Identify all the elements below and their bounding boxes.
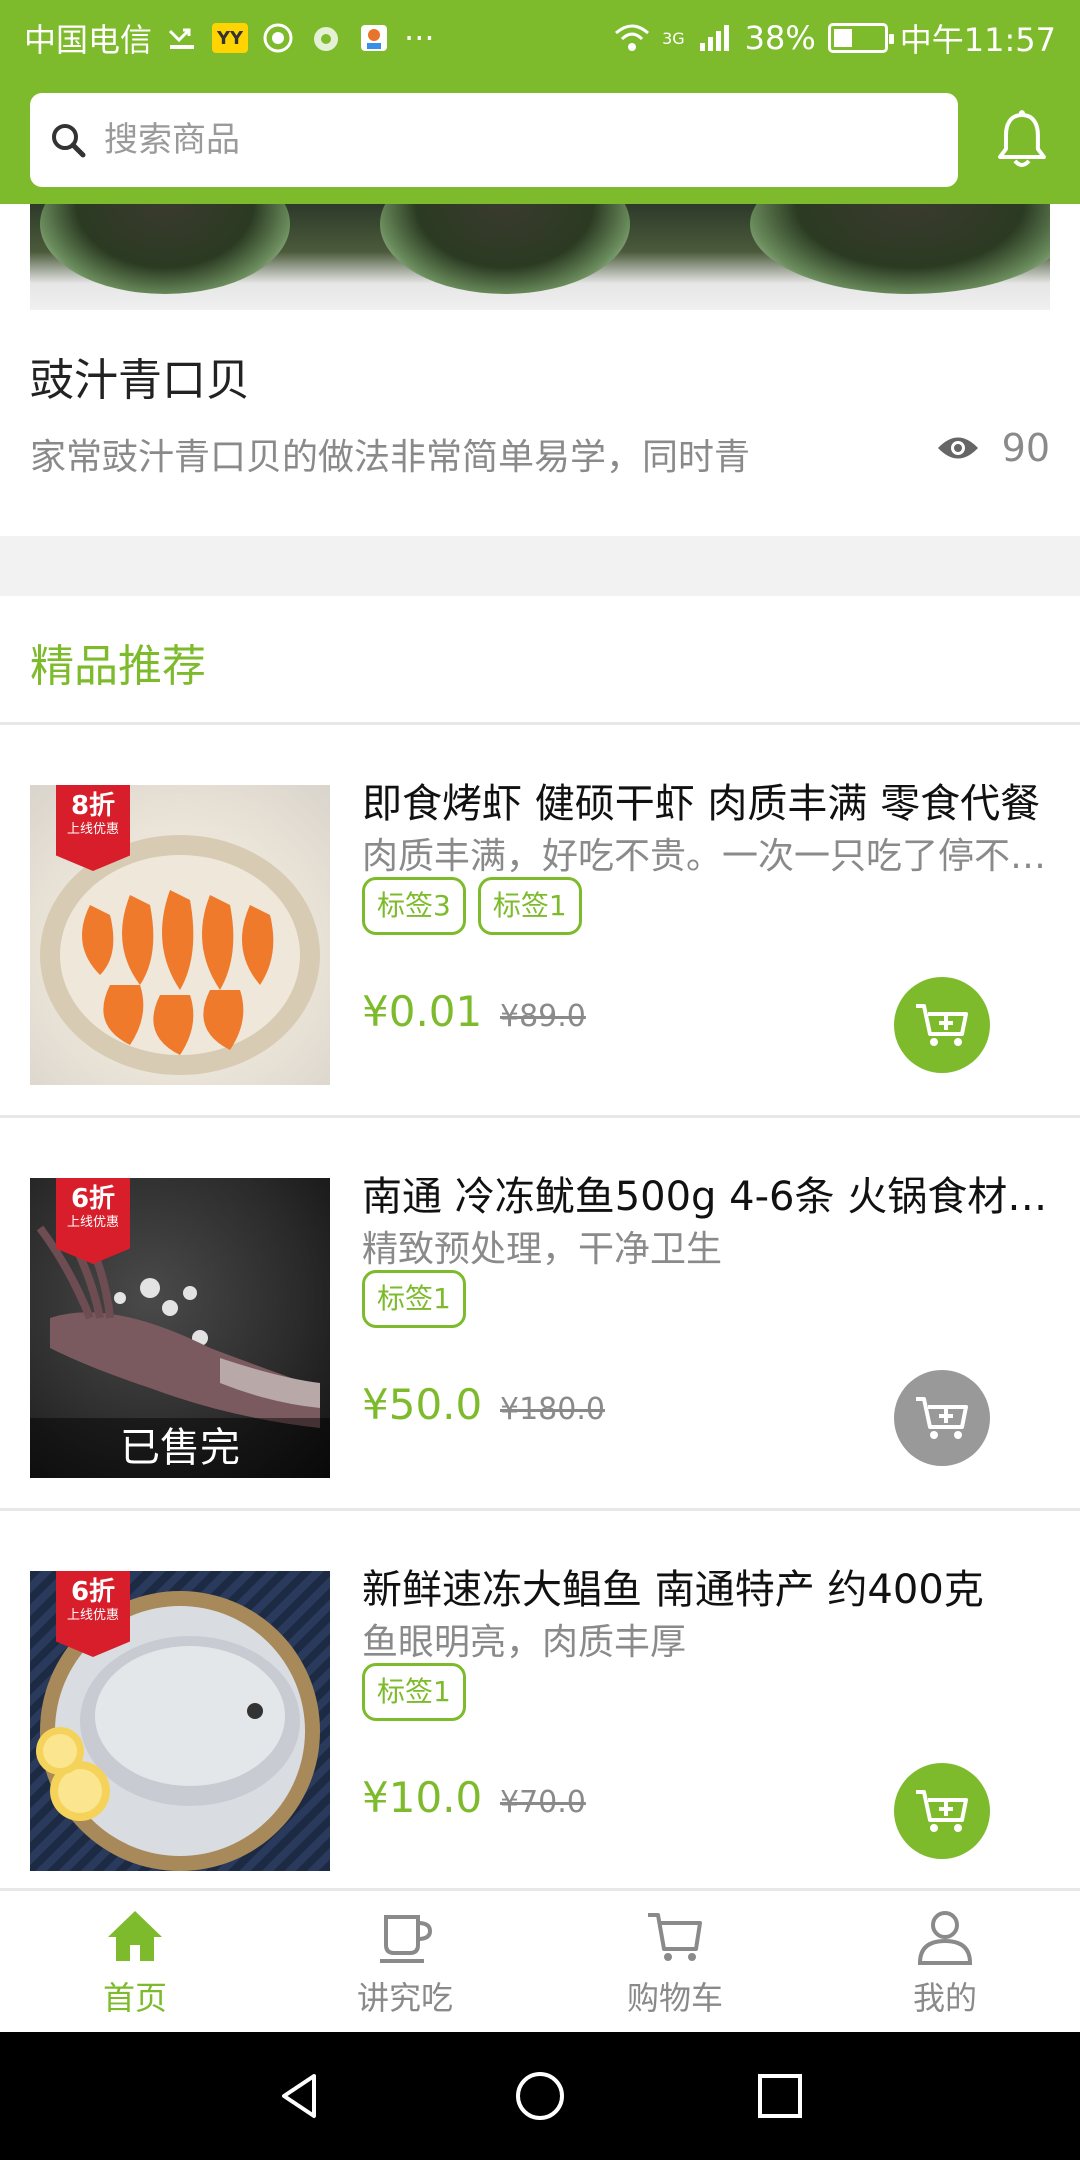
product-name[interactable]: 南通 冷冻鱿鱼500g 4-6条 火锅食材 烧烤 [362,1164,1052,1222]
product-image[interactable]: 6折 上线优惠 [30,1571,330,1871]
home-circle-icon[interactable] [512,2068,568,2124]
product-tag: 标签3 [362,877,466,935]
cart-plus-icon [916,1004,968,1046]
add-to-cart-button[interactable] [894,977,990,1073]
discount-badge: 8折 上线优惠 [56,785,130,871]
signal-icon [697,20,733,56]
featured-article[interactable]: 豉汁青口贝 家常豉汁青口贝的做法非常简单易学，同时青 90 [0,204,1080,536]
product-tags: 标签1 [362,1663,466,1721]
product-price: ¥50.0 [362,1380,483,1429]
search-input[interactable] [104,120,941,160]
product-subtitle: 鱼眼明亮，肉质丰厚 [362,1622,687,1663]
sold-out-overlay: 已售完 [30,1418,330,1478]
cart-icon [648,1912,702,1961]
battery-icon [827,23,894,53]
section-title: 精品推荐 [30,641,206,692]
more-notifications-icon: ··· [404,19,435,57]
original-price: ¥180.0 [500,1392,605,1427]
yy-app-icon: YY [212,23,249,53]
nav-label: 我的 [912,1978,977,2017]
app-notification-icon-2 [308,20,344,56]
view-count: 90 [936,426,1050,470]
add-to-cart-button[interactable] [894,1763,990,1859]
search-header [0,76,1080,204]
recents-icon[interactable] [752,2068,808,2124]
bottom-nav: 首页 讲究吃 购物车 我的 [0,1888,1080,2032]
status-left: 中国电信 YY ··· [24,15,435,61]
nav-item-profile[interactable]: 我的 [810,1891,1080,2032]
missed-call-icon [164,20,200,56]
featured-title[interactable]: 豉汁青口贝 [30,344,250,408]
discount-badge: 6折 上线优惠 [56,1178,130,1264]
battery-percent: 38% [744,19,816,57]
nav-label: 讲究吃 [356,1978,453,2017]
add-to-cart-button-disabled[interactable] [894,1370,990,1466]
back-icon[interactable] [272,2068,328,2124]
discount-value: 6折 [70,1184,116,1214]
cart-plus-icon [916,1397,968,1439]
status-right: 3G 38% 中午11:57 [614,15,1056,61]
original-price: ¥70.0 [500,1785,586,1820]
cup-icon [380,1914,433,1963]
product-tag: 标签1 [477,877,582,935]
eye-icon [937,437,978,459]
product-name[interactable]: 新鲜速冻大鲳鱼 南通特产 约400克 [362,1557,1052,1615]
original-price: ¥89.0 [500,999,586,1034]
product-card[interactable]: 6折 上线优惠 新鲜速冻大鲳鱼 南通特产 约400克 鱼眼明亮，肉质丰厚 标签1… [0,1511,1080,1888]
status-bar: 中国电信 YY ··· 3G 38% 中午11:57 [0,0,1080,76]
product-tag: 标签1 [362,1270,466,1328]
product-price: ¥10.0 [362,1773,483,1822]
map-app-icon [356,20,392,56]
discount-note: 上线优惠 [66,1608,119,1623]
product-card[interactable]: 6折 上线优惠 已售完 南通 冷冻鱿鱼500g 4-6条 火锅食材 烧烤 精致预… [0,1118,1080,1511]
search-icon [52,124,86,158]
product-card[interactable]: 8折 上线优惠 即食烤虾 健硕干虾 肉质丰满 零食代餐 肉质丰满，好吃不贵。一次… [0,725,1080,1118]
user-icon [917,1910,973,1965]
discount-note: 上线优惠 [66,822,119,837]
product-subtitle: 精致预处理，干净卫生 [362,1229,723,1270]
home-icon [108,1910,162,1961]
discount-badge: 6折 上线优惠 [56,1571,130,1657]
nav-item-home[interactable]: 首页 [0,1891,270,2032]
discount-value: 8折 [70,791,116,821]
nav-item-cart[interactable]: 购物车 [540,1891,810,2032]
carrier-label: 中国电信 [24,21,153,59]
system-nav-bar [0,2032,1080,2160]
product-tags: 标签3 标签1 [362,877,582,935]
featured-image[interactable] [30,204,1050,310]
product-name[interactable]: 即食烤虾 健硕干虾 肉质丰满 零食代餐 [362,771,1052,829]
product-subtitle: 肉质丰满，好吃不贵。一次一只吃了停不下来 [362,836,1052,877]
view-count-value: 90 [1001,426,1050,470]
wifi-icon [614,20,650,56]
section-divider [0,536,1080,596]
app-notification-icon [260,20,296,56]
network-type-label: 3G [662,28,685,48]
featured-description: 家常豉汁青口贝的做法非常简单易学，同时青 [30,437,751,478]
discount-value: 6折 [70,1577,116,1607]
product-image[interactable]: 6折 上线优惠 已售完 [30,1178,330,1478]
discount-note: 上线优惠 [66,1215,119,1230]
product-image[interactable]: 8折 上线优惠 [30,785,330,1085]
product-tag: 标签1 [362,1663,466,1721]
product-tags: 标签1 [362,1270,466,1328]
search-box[interactable] [30,93,959,187]
clock: 中午11:57 [899,21,1056,59]
nav-item-discover[interactable]: 讲究吃 [270,1891,540,2032]
product-price: ¥0.01 [362,987,483,1036]
battery-fill [833,29,852,47]
nav-label: 首页 [102,1978,167,2017]
nav-label: 购物车 [626,1978,723,2017]
bell-icon[interactable] [994,109,1050,171]
cart-plus-icon [916,1790,968,1832]
